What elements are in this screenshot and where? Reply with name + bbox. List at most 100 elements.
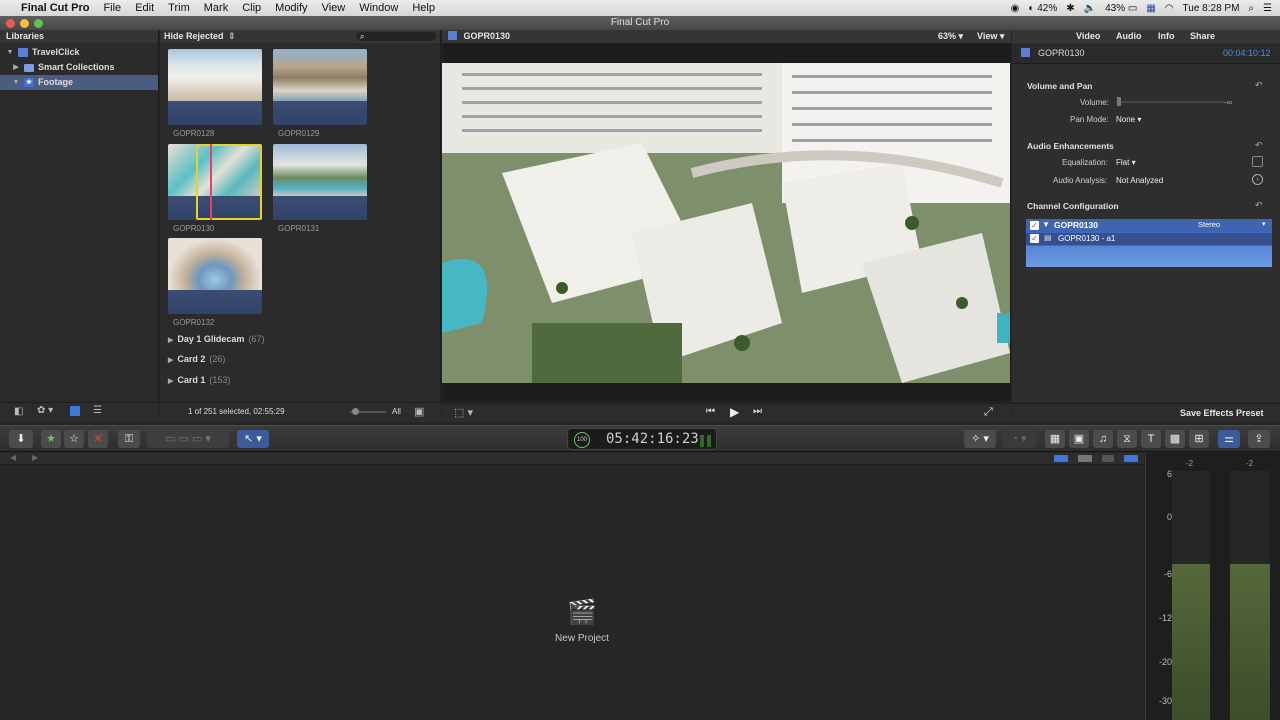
save-effects-preset-button[interactable]: Save Effects Preset [1180, 408, 1264, 418]
select-tool-icon[interactable]: ↖ ▾ [237, 430, 269, 448]
menu-app-name[interactable]: Final Cut Pro [14, 2, 96, 14]
reset-icon[interactable]: ↶ [1255, 80, 1263, 91]
disclosure-triangle-icon[interactable]: ▼ [6, 45, 14, 60]
play-icon[interactable]: ▶ [730, 405, 739, 419]
library-item-smart-collections[interactable]: ▶ Smart Collections [0, 60, 158, 75]
fullscreen-window-button[interactable] [34, 19, 43, 28]
menu-file[interactable]: File [96, 2, 128, 14]
clapperboard-icon[interactable]: 🎬 [560, 598, 604, 627]
list-view-icon[interactable]: ☰ [93, 405, 102, 416]
favorite-star-icon[interactable]: ★ [41, 430, 61, 448]
audio-skimming-icon[interactable] [1102, 455, 1114, 462]
duration-all-label[interactable]: All [392, 407, 401, 416]
equalization-popup[interactable]: Flat ▾ [1116, 158, 1136, 167]
new-project-label[interactable]: New Project [532, 633, 632, 644]
enhancements-wand-icon[interactable]: ✧ ▾ [964, 430, 996, 448]
solo-icon[interactable] [1124, 455, 1138, 462]
event-card-1[interactable]: ▶ Card 1 (153) [168, 375, 230, 385]
disclosure-triangle-icon[interactable]: ▶ [12, 60, 20, 75]
transitions-browser-icon[interactable]: ⧖ [1117, 430, 1137, 448]
generators-browser-icon[interactable]: ▩ [1165, 430, 1185, 448]
event-day-1-glidecam[interactable]: ▶ Day 1 Glidecam (67) [168, 334, 264, 344]
clip-appearance-icon[interactable]: ▣ [414, 405, 424, 418]
clip-thumbnail-gopr0131[interactable] [273, 144, 367, 220]
section-volume-and-pan[interactable]: Volume and Pan [1027, 81, 1093, 91]
pan-mode-popup[interactable]: None ▾ [1116, 115, 1141, 124]
section-audio-enhancements[interactable]: Audio Enhancements [1027, 141, 1114, 151]
next-frame-icon[interactable]: ⏭ [753, 406, 762, 417]
hide-rejected-filter[interactable]: Hide Rejected [164, 31, 224, 41]
tab-audio[interactable]: Audio [1116, 30, 1142, 43]
spotlight-icon[interactable]: ⌕ [1248, 3, 1254, 14]
inspector-toggle-icon[interactable]: ⚌ [1218, 430, 1240, 448]
record-icon[interactable]: ◉ [1011, 3, 1020, 14]
flag-icon[interactable]: ▦ [1146, 3, 1155, 14]
menu-modify[interactable]: Modify [268, 2, 314, 14]
section-channel-configuration[interactable]: Channel Configuration [1027, 201, 1119, 211]
forward-arrow-icon[interactable]: ▶ [32, 453, 38, 462]
reset-icon[interactable]: ↶ [1255, 200, 1263, 211]
snapping-icon[interactable] [1054, 455, 1068, 462]
arrow-right-icon[interactable]: › [1252, 174, 1263, 185]
reject-icon[interactable]: ✕ [88, 430, 108, 448]
tab-share[interactable]: Share [1190, 30, 1215, 43]
channel-header-row[interactable]: ✓ ▼ GOPR0130 Stereo ▾ [1026, 219, 1272, 232]
selection-range[interactable] [196, 144, 262, 220]
wifi-icon[interactable]: ◠ [1165, 3, 1174, 14]
retime-icon[interactable]: ◔ ▾ [1002, 430, 1036, 448]
close-window-button[interactable] [6, 19, 15, 28]
channel-checkbox[interactable]: ✓ [1030, 234, 1039, 243]
menu-window[interactable]: Window [352, 2, 405, 14]
bluetooth-icon[interactable]: ✱ [1066, 3, 1074, 14]
disclosure-triangle-icon[interactable]: ▶ [168, 378, 173, 385]
share-icon[interactable]: ⇪ [1248, 430, 1270, 448]
clip-thumbnail-gopr0132[interactable] [168, 238, 262, 314]
previous-frame-icon[interactable]: ⏮ [706, 406, 715, 417]
transform-icon[interactable]: ⬚ ▾ [454, 406, 473, 419]
skimmer-playhead[interactable] [210, 144, 212, 220]
keyword-key-icon[interactable]: ⚿ [118, 430, 140, 448]
disclosure-triangle-icon[interactable]: ▶ [168, 357, 173, 364]
titles-browser-icon[interactable]: T [1141, 430, 1161, 448]
channel-sub-row[interactable]: ✓ ▤ GOPR0130 - a1 [1026, 233, 1272, 245]
toggle-sidebar-icon[interactable]: ◧ [14, 406, 23, 417]
tab-video[interactable]: Video [1076, 30, 1100, 43]
clip-thumbnail-gopr0130[interactable] [168, 144, 262, 220]
library-travelclick[interactable]: ▼ TravelClick [0, 45, 158, 60]
tab-info[interactable]: Info [1158, 30, 1175, 43]
import-icon[interactable]: ⬇ [9, 430, 33, 448]
channel-mode[interactable]: Stereo [1198, 220, 1220, 229]
volume-icon[interactable]: 🔈 [1084, 3, 1096, 14]
zoom-menu[interactable]: 63% ▾ [938, 30, 963, 43]
filmstrip-view-icon[interactable] [70, 406, 80, 416]
library-item-footage[interactable]: ▼ ★ Footage [0, 75, 158, 90]
slider-knob[interactable] [1117, 97, 1121, 106]
search-field[interactable]: ⌕ [356, 32, 436, 41]
menu-view[interactable]: View [315, 2, 353, 14]
timecode-display[interactable]: 100 05:42:16:23 [567, 428, 717, 450]
skimming-icon[interactable] [1078, 455, 1092, 462]
photos-browser-icon[interactable]: ▣ [1069, 430, 1089, 448]
back-arrow-icon[interactable]: ◀ [10, 453, 16, 462]
chevron-updown-icon[interactable]: ⇕ [228, 31, 236, 41]
minimize-window-button[interactable] [20, 19, 29, 28]
gear-icon[interactable]: ✿ ▾ [37, 405, 53, 416]
clip-zoom-slider[interactable] [350, 408, 386, 415]
music-browser-icon[interactable]: ♫ [1093, 430, 1113, 448]
clock[interactable]: Tue 8:28 PM [1183, 3, 1240, 14]
effects-browser-icon[interactable]: ▦ [1045, 430, 1065, 448]
background-tasks-badge[interactable]: 100 [574, 432, 590, 448]
menu-clip[interactable]: Clip [235, 2, 268, 14]
notification-center-icon[interactable]: ☰ [1263, 3, 1272, 14]
battery-indicator-right[interactable]: 43% ▭ [1105, 3, 1137, 14]
fullscreen-icon[interactable]: ⤢ [984, 406, 993, 419]
disclosure-triangle-icon[interactable]: ▶ [168, 337, 173, 344]
themes-browser-icon[interactable]: ⊞ [1189, 430, 1209, 448]
channel-config-box[interactable]: ✓ ▼ GOPR0130 Stereo ▾ ✓ ▤ GOPR0130 - a1 [1026, 219, 1272, 267]
eq-graph-icon[interactable] [1252, 156, 1263, 167]
chevron-down-icon[interactable]: ▾ [1262, 220, 1266, 228]
reset-icon[interactable]: ↶ [1255, 140, 1263, 151]
clip-thumbnail-gopr0129[interactable] [273, 49, 367, 125]
view-menu[interactable]: View ▾ [977, 30, 1004, 43]
battery-indicator-left[interactable]: ◐ 42% [1028, 3, 1057, 14]
